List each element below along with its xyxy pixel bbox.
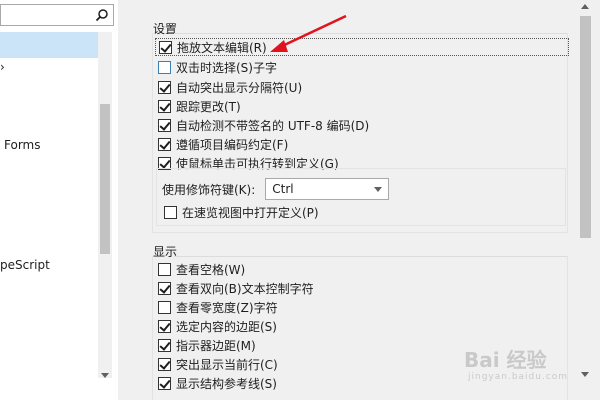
- right-scrollbar-thumb[interactable]: [580, 16, 591, 238]
- option-detect-utf8[interactable]: 自动检测不带签名的 UTF-8 编码(D): [158, 116, 369, 134]
- option-indicator-margin[interactable]: 指示器边距(M): [158, 336, 256, 354]
- left-tree-pane: › Forms peScript: [0, 0, 118, 400]
- option-selection-margin[interactable]: 选定内容的边距(S): [158, 317, 277, 335]
- option-view-whitespace[interactable]: 查看空格(W): [158, 260, 245, 278]
- baidu-watermark: Bai 经验 jingyan.baidu.com: [462, 344, 580, 390]
- checkbox[interactable]: [158, 376, 171, 390]
- checkbox[interactable]: [158, 262, 171, 276]
- watermark-text: Bai 经验: [464, 348, 547, 372]
- settings-panel: 设置 拖放文本编辑(R) 双击时选择(S)子字 自动突出显示分隔符(U) 跟踪更…: [148, 0, 572, 400]
- tree-item-typescript[interactable]: peScript: [0, 258, 50, 272]
- option-structure-guides[interactable]: 显示结构参考线(S): [158, 374, 277, 392]
- modifier-key-label: 使用修饰符键(K):: [162, 182, 256, 197]
- option-label: 在速览视图中打开定义(P): [182, 205, 319, 220]
- modifier-key-row: 使用修饰符键(K): Ctrl: [162, 178, 390, 200]
- annotation-arrow-icon: [270, 14, 347, 52]
- option-track-changes[interactable]: 跟踪更改(T): [158, 97, 241, 115]
- checkbox[interactable]: [158, 357, 171, 371]
- option-view-zero-width[interactable]: 查看零宽度(Z)字符: [158, 298, 278, 316]
- right-scrollbar[interactable]: [577, 0, 594, 400]
- option-label: 双击时选择(S)子字: [176, 60, 277, 75]
- option-label: 查看双向(B)文本控制字符: [176, 281, 314, 296]
- option-label: 自动检测不带签名的 UTF-8 编码(D): [176, 118, 370, 133]
- option-label: 查看零宽度(Z)字符: [176, 300, 278, 315]
- tree-item-dot[interactable]: ›: [0, 60, 5, 74]
- chevron-down-icon[interactable]: [374, 187, 383, 192]
- modifier-key-select[interactable]: Ctrl: [265, 178, 390, 200]
- checkbox[interactable]: [158, 300, 171, 314]
- option-label: 跟踪更改(T): [176, 99, 241, 114]
- checkbox[interactable]: [158, 281, 171, 295]
- option-view-bidi[interactable]: 查看双向(B)文本控制字符: [158, 279, 314, 297]
- option-label: 拖放文本编辑(R): [177, 40, 267, 55]
- option-label: 显示结构参考线(S): [176, 376, 277, 391]
- option-label: 指示器边距(M): [176, 338, 256, 353]
- option-peek-definition[interactable]: 在速览视图中打开定义(P): [164, 203, 319, 221]
- option-label: 突出显示当前行(C): [176, 357, 278, 372]
- checkbox[interactable]: [158, 137, 171, 151]
- checkbox[interactable]: [159, 40, 172, 54]
- checkbox[interactable]: [158, 80, 171, 94]
- option-highlight-current-line[interactable]: 突出显示当前行(C): [158, 355, 278, 373]
- tree-item-selected[interactable]: [0, 32, 98, 58]
- left-scrollbar[interactable]: [98, 32, 112, 378]
- modifier-key-value: Ctrl: [272, 182, 294, 196]
- option-double-click-select[interactable]: 双击时选择(S)子字: [158, 58, 277, 76]
- checkbox[interactable]: [158, 99, 171, 113]
- scroll-down-icon[interactable]: [581, 372, 589, 377]
- scroll-down-icon[interactable]: [101, 373, 109, 378]
- scroll-up-icon[interactable]: [581, 4, 589, 9]
- option-label: 选定内容的边距(S): [176, 319, 277, 334]
- search-icon[interactable]: [95, 8, 109, 22]
- checkbox[interactable]: [158, 319, 171, 333]
- option-project-encoding[interactable]: 遵循项目编码约定(F): [158, 135, 288, 153]
- option-highlight-delimiters[interactable]: 自动突出显示分隔符(U): [158, 78, 302, 96]
- option-label: 遵循项目编码约定(F): [176, 137, 289, 152]
- watermark-url: jingyan.baidu.com: [468, 372, 569, 382]
- checkbox[interactable]: [158, 338, 171, 352]
- checkbox[interactable]: [164, 205, 177, 219]
- left-scrollbar-thumb[interactable]: [100, 104, 110, 254]
- tree-item-forms[interactable]: Forms: [4, 138, 40, 152]
- option-label: 查看空格(W): [176, 262, 246, 277]
- option-label: 自动突出显示分隔符(U): [176, 80, 303, 95]
- search-input[interactable]: [0, 4, 114, 26]
- checkbox[interactable]: [158, 60, 171, 74]
- option-drag-drop-edit[interactable]: 拖放文本编辑(R): [155, 38, 569, 56]
- checkbox[interactable]: [158, 118, 171, 132]
